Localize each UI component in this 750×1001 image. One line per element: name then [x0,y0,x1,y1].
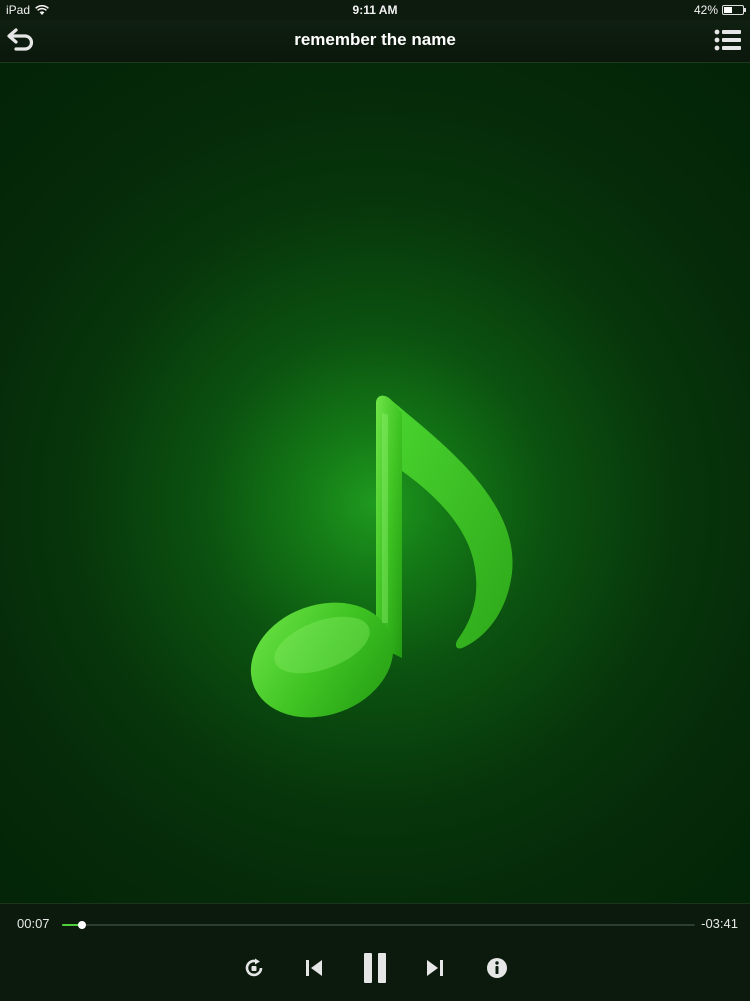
status-time: 9:11 AM [352,3,398,17]
repeat-icon [245,958,263,977]
player-controls: 00:07 -03:41 [0,903,750,1001]
info-icon [487,958,507,978]
playlist-icon [714,29,741,51]
previous-track-button[interactable] [300,954,328,982]
next-track-button[interactable] [421,954,449,982]
page-title: remember the name [294,30,456,49]
repeat-button[interactable] [240,954,268,982]
pause-button[interactable] [357,953,393,983]
previous-track-icon [306,960,322,976]
status-bar: iPad 9:11 AM 42% [0,0,750,20]
info-button[interactable] [483,954,511,982]
battery-icon [722,5,746,15]
navigation-bar: remember the name [0,20,750,63]
playlist-button[interactable] [712,26,744,54]
music-note-icon [250,395,513,718]
battery-percent: 42% [693,3,718,17]
remaining-time: -03:41 [701,916,738,931]
progress-track[interactable] [62,921,695,929]
pause-icon [364,953,386,983]
elapsed-time: 00:07 [17,916,50,931]
next-track-icon [427,960,443,976]
battery-level [724,7,732,13]
progress-thumb[interactable] [78,921,87,929]
album-artwork [0,63,750,903]
